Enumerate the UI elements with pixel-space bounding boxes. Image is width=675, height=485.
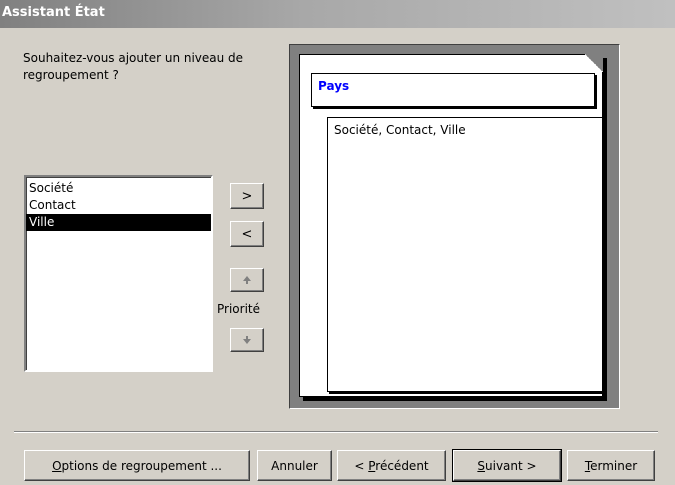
back-label: < Précédent — [354, 458, 429, 473]
grouping-options-label: Options de regroupement ... — [52, 458, 222, 473]
finish-label: Terminer — [584, 458, 638, 473]
back-button[interactable]: < Précédent — [337, 450, 446, 481]
cancel-button[interactable]: Annuler — [257, 450, 332, 481]
add-grouping-label: > — [241, 188, 253, 204]
page-fold-icon — [585, 54, 603, 72]
arrow-down-icon — [243, 336, 251, 344]
remove-grouping-button[interactable]: < — [230, 221, 264, 247]
finish-button[interactable]: Terminer — [567, 450, 655, 481]
list-item-societe[interactable]: Société — [26, 180, 211, 197]
detail-fields-text: Société, Contact, Ville — [334, 123, 466, 137]
next-label: Suivant > — [477, 458, 537, 473]
group-level-label: Pays — [318, 79, 350, 93]
window-title: Assistant État — [2, 5, 105, 20]
title-bar: Assistant État — [0, 0, 675, 28]
remove-grouping-label: < — [241, 226, 253, 242]
wizard-prompt: Souhaitez-vous ajouter un niveau de regr… — [23, 51, 244, 82]
list-item-contact[interactable]: Contact — [26, 197, 211, 214]
priority-label: Priorité — [217, 302, 260, 316]
arrow-up-icon — [243, 276, 251, 284]
priority-down-button[interactable] — [230, 328, 264, 352]
detail-fields-box: Société, Contact, Ville — [327, 117, 603, 392]
available-fields-list[interactable]: Société Contact Ville — [24, 175, 213, 372]
cancel-label: Annuler — [271, 458, 318, 473]
grouping-preview-panel: Pays Société, Contact, Ville — [289, 44, 620, 409]
group-level-box: Pays — [311, 73, 595, 107]
priority-up-button[interactable] — [230, 268, 264, 292]
grouping-options-button[interactable]: Options de regroupement ... — [24, 450, 250, 481]
preview-page: Pays Société, Contact, Ville — [299, 54, 603, 397]
add-grouping-button[interactable]: > — [230, 183, 264, 209]
list-item-ville[interactable]: Ville — [26, 214, 211, 231]
next-button[interactable]: Suivant > — [452, 449, 562, 482]
footer-separator — [14, 431, 658, 433]
report-wizard-window: Assistant État Souhaitez-vous ajouter un… — [0, 0, 675, 485]
